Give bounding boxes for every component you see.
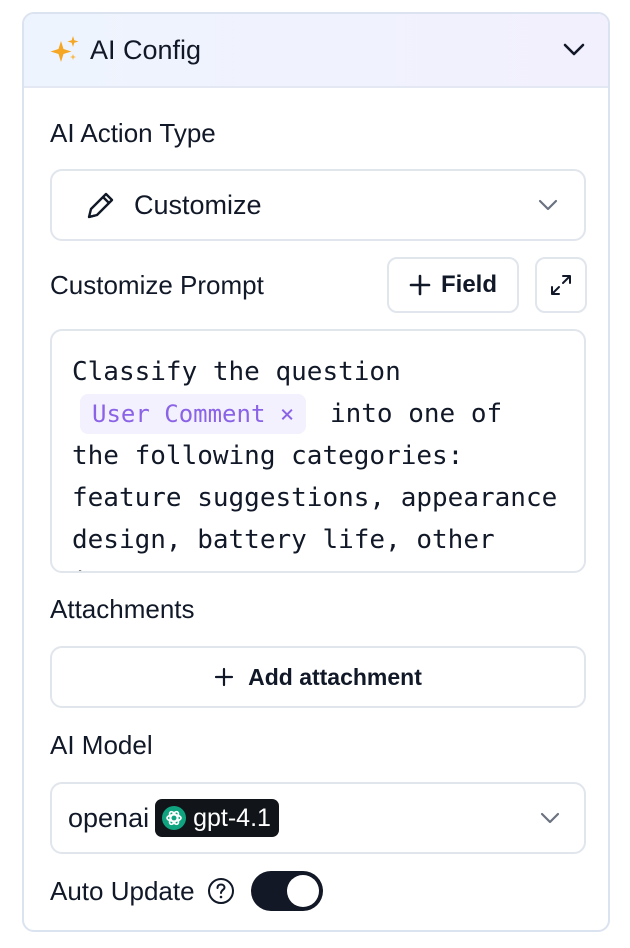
panel-title: AI Config [90,34,202,65]
action-type-label: AI Action Type [50,118,216,148]
action-type-select[interactable]: Customize [50,169,586,241]
add-field-label: Field [440,271,497,298]
add-attachment-label: Add attachment [248,663,422,690]
add-field-button[interactable]: Field [387,257,519,313]
chevron-down-icon [536,193,560,217]
openai-icon [161,805,187,831]
sparkle-icon [48,33,82,67]
help-icon[interactable] [207,877,235,905]
model-badge: gpt-4.1 [155,799,279,837]
model-select[interactable]: openai gpt-4.1 [50,782,586,854]
field-chip-label: User Comment [92,400,266,428]
auto-update-toggle[interactable] [250,871,323,911]
attachments-label: Attachments [50,594,195,624]
add-attachment-button[interactable]: Add attachment [50,646,586,708]
prompt-text-before: Classify the question [72,357,401,387]
model-provider: openai [68,802,150,833]
pencil-icon [84,188,118,222]
action-type-value: Customize [134,189,262,220]
chip-remove-icon[interactable]: × [280,400,294,428]
collapse-chevron-icon[interactable] [562,38,586,62]
expand-button[interactable] [535,257,587,313]
auto-update-label: Auto Update [50,875,195,906]
prompt-editor[interactable]: Classify the question User Comment × int… [50,329,586,573]
plus-icon [214,667,234,687]
plus-icon [409,274,431,296]
model-name: gpt-4.1 [193,803,271,832]
auto-update-row: Auto Update [50,870,323,912]
chevron-down-icon [538,806,562,830]
ai-config-panel: AI Config AI Action Type Customize Custo… [22,12,610,932]
model-label: AI Model [50,730,153,760]
ai-config-header[interactable]: AI Config [24,14,608,88]
prompt-label: Customize Prompt [50,270,264,300]
toggle-knob [286,875,319,907]
expand-icon [549,273,573,297]
field-chip[interactable]: User Comment × [80,394,307,434]
